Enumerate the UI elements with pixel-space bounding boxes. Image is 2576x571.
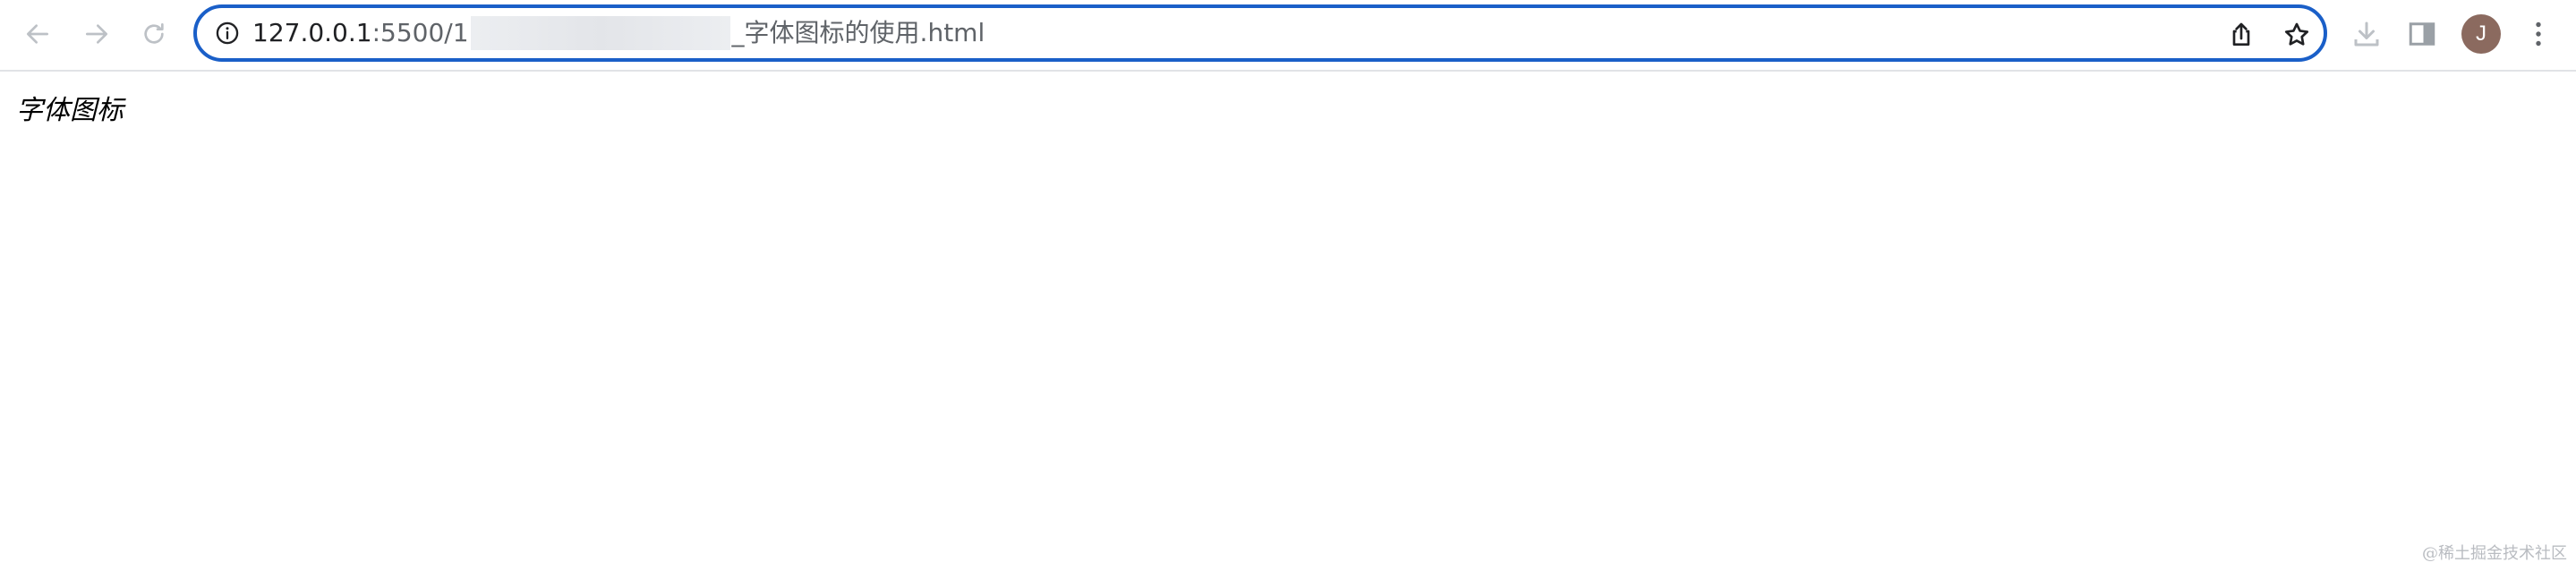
url-port-path: :5500/1: [371, 18, 469, 47]
browser-toolbar: 127.0.0.1:5500/1 _字体图标的使用.html J: [0, 0, 2576, 72]
url-filename: _字体图标的使用.html: [731, 18, 985, 47]
star-icon[interactable]: [2282, 21, 2311, 49]
page-heading: 字体图标: [16, 95, 124, 126]
url-text[interactable]: 127.0.0.1:5500/1 _字体图标的使用.html: [252, 15, 985, 51]
address-bar[interactable]: 127.0.0.1:5500/1 _字体图标的使用.html: [193, 4, 2327, 62]
info-icon[interactable]: [215, 21, 240, 46]
kebab-menu-icon[interactable]: [2522, 18, 2555, 50]
arrow-left-icon: [27, 24, 48, 44]
profile-avatar[interactable]: J: [2461, 14, 2501, 54]
side-panel-icon[interactable]: [2406, 18, 2438, 50]
download-icon[interactable]: [2350, 18, 2383, 50]
share-icon[interactable]: [2227, 21, 2256, 49]
page-content: 字体图标 @稀土掘金技术社区: [0, 72, 2576, 571]
watermark: @稀土掘金技术社区: [2422, 544, 2567, 563]
url-host: 127.0.0.1: [252, 18, 372, 47]
reload-button[interactable]: [136, 16, 172, 52]
reload-icon: [144, 23, 164, 44]
forward-button[interactable]: [79, 16, 115, 52]
redacted-path-block: [470, 16, 730, 50]
back-button[interactable]: [20, 16, 55, 52]
arrow-right-icon: [86, 24, 107, 44]
